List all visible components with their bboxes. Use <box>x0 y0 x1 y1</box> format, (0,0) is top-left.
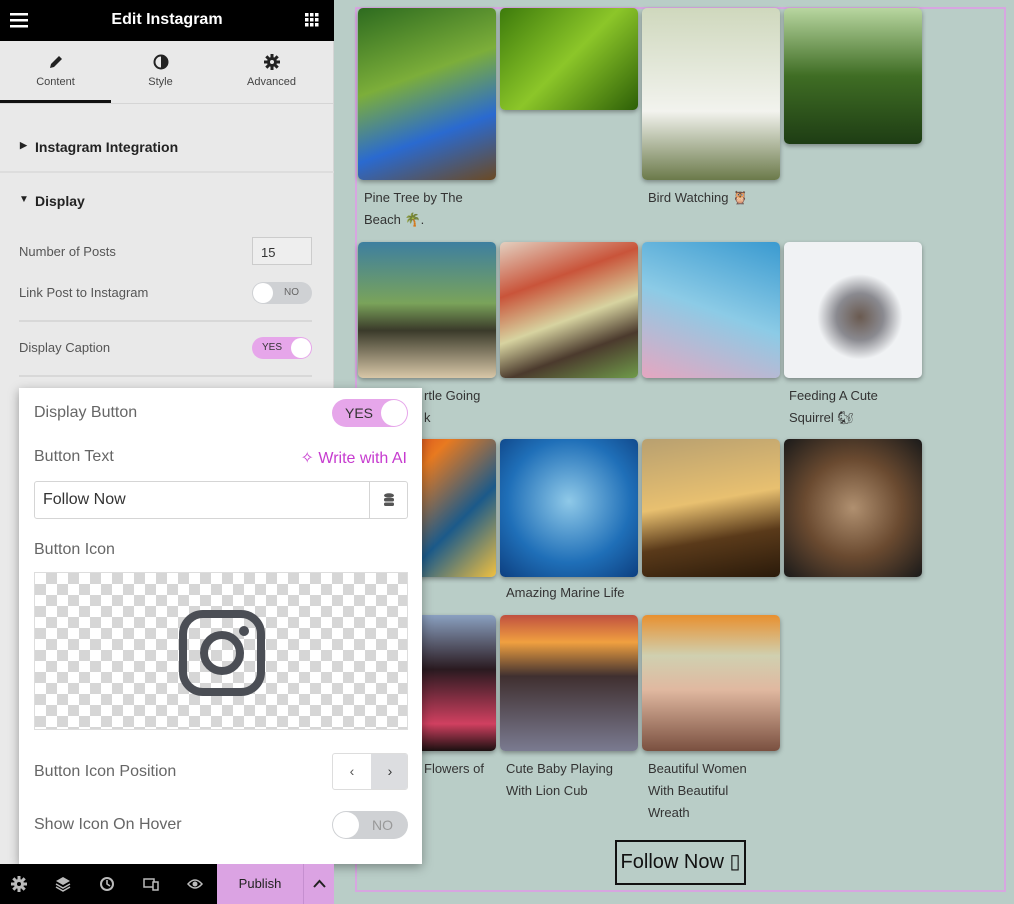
post-image-dolphin[interactable] <box>500 439 638 577</box>
dynamic-tags-button[interactable] <box>369 482 407 518</box>
button-icon-picker[interactable] <box>34 572 408 730</box>
follow-now-button[interactable]: Follow Now ▯ <box>615 840 746 885</box>
preview-eye-icon[interactable] <box>187 876 203 892</box>
publish-button-group: Publish <box>217 864 334 904</box>
display-caption-label: Display Caption <box>19 340 111 355</box>
panel-header: Edit Instagram <box>0 0 334 41</box>
post-image-blossom[interactable] <box>642 242 780 378</box>
icon-position-control: ‹ › <box>332 753 408 790</box>
apps-grid-icon[interactable] <box>305 13 319 27</box>
caption: Beautiful Women With Beautiful Wreath <box>648 761 747 820</box>
post-image-owl[interactable] <box>642 8 780 180</box>
post-image-woman-wreath[interactable] <box>642 615 780 751</box>
caption: Cute Baby Playing With Lion Cub <box>506 761 613 798</box>
post-image-baby[interactable] <box>500 615 638 751</box>
post-image-grass-sunset[interactable] <box>642 439 780 577</box>
settings-icon[interactable] <box>11 876 27 892</box>
section-instagram-integration[interactable]: ▶ Instagram Integration <box>0 139 334 173</box>
instagram-icon <box>179 610 265 696</box>
button-icon-position-label: Button Icon Position <box>34 763 177 780</box>
caption: Amazing Marine Life <box>506 585 625 600</box>
display-button-label: Display Button <box>34 404 138 421</box>
panel-title: Edit Instagram <box>111 11 223 28</box>
post-image-rope[interactable] <box>784 439 922 577</box>
responsive-mode-icon[interactable] <box>143 876 159 892</box>
caption: Feeding A Cute Squirrel 🐿 <box>789 388 878 425</box>
post-image-turtle[interactable] <box>358 242 496 378</box>
show-icon-on-hover-toggle[interactable]: NO <box>332 811 408 839</box>
post-image-forest-path[interactable] <box>784 8 922 144</box>
tab-style[interactable]: Style <box>105 41 216 103</box>
write-with-ai-button[interactable]: ✧ Write with AI <box>301 448 407 468</box>
post-image-pine-tree[interactable] <box>358 8 496 180</box>
chevron-up-icon <box>313 879 326 888</box>
tab-content[interactable]: Content <box>0 41 111 103</box>
display-button-toggle[interactable]: YES <box>332 399 408 427</box>
tab-label: Advanced <box>247 76 296 88</box>
button-text-label: Button Text <box>34 448 114 465</box>
position-right-button[interactable]: › <box>371 754 407 789</box>
number-of-posts-input[interactable]: 15 <box>252 237 312 265</box>
display-button-settings-popup: Display Button YES Button Text ✧ Write w… <box>19 388 422 864</box>
caret-right-icon: ▶ <box>20 140 27 150</box>
section-title: Instagram Integration <box>35 139 179 155</box>
caption: Pine Tree by The Beach 🌴. <box>364 190 463 227</box>
contrast-icon <box>153 54 168 70</box>
publish-button[interactable]: Publish <box>217 864 303 904</box>
tab-label: Content <box>36 76 75 88</box>
post-image-sparrow[interactable] <box>500 242 638 378</box>
history-icon[interactable] <box>99 876 115 892</box>
section-title: Display <box>35 193 85 209</box>
button-text-input[interactable]: Follow Now <box>34 481 408 519</box>
database-icon <box>384 493 394 506</box>
number-of-posts-label: Number of Posts <box>19 244 116 259</box>
sparkle-icon: ✧ <box>300 450 314 467</box>
gear-icon <box>263 54 280 70</box>
link-post-label: Link Post to Instagram <box>19 285 149 300</box>
show-icon-on-hover-label: Show Icon On Hover <box>34 816 182 833</box>
position-left-button[interactable]: ‹ <box>333 754 371 789</box>
link-post-toggle[interactable]: NO <box>252 282 312 304</box>
display-caption-toggle[interactable]: YES <box>252 337 312 359</box>
panel-footer: Publish <box>0 864 334 904</box>
button-icon-label: Button Icon <box>34 541 115 558</box>
post-image-fern[interactable] <box>500 8 638 110</box>
tab-label: Style <box>148 76 173 88</box>
publish-options-button[interactable] <box>303 864 334 904</box>
caption: Bird Watching 🦉 <box>648 190 749 205</box>
pencil-icon <box>49 56 62 68</box>
tab-advanced[interactable]: Advanced <box>216 41 327 103</box>
layers-icon[interactable] <box>55 876 71 892</box>
caret-down-icon: ▼ <box>19 194 29 205</box>
caption: rtle Going k <box>424 388 481 425</box>
post-image-squirrel[interactable] <box>784 242 922 378</box>
